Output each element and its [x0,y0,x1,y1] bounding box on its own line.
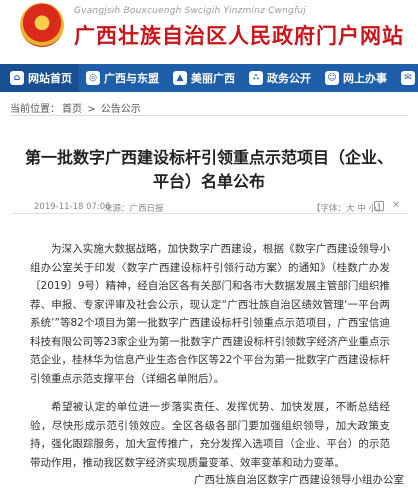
article-title: 第一批数字广西建设标杆引领重点示范项目（企业、平台）名单公布 [24,148,393,191]
dots-icon: ∴ [249,71,263,85]
breadcrumb-separator: > [87,104,96,115]
nav-item-label: 美丽广西 [191,72,235,85]
article-date: 2019-11-18 07:06 [34,202,111,212]
article-signature: 广西壮族自治区数字广西建设领导小组办公室 [194,474,404,486]
breadcrumb-prefix: 当前位置： [10,104,60,115]
main-nav: ⌂ 网站首页 ◎ 广西与东盟 ▲ 美丽广西 ∴ 政务公开 ☺ 网上办事 ✉ 互 [0,64,418,92]
nav-item-label: 网上办事 [343,72,387,85]
article-paragraph: 希望被认定的单位进一步落实责任、发挥优势、加快发展，不断总结经验，尽快形成示范引… [30,401,390,469]
globe-icon: ◎ [86,71,100,85]
breadcrumb-divider [10,115,408,116]
chat-icon: ✉ [401,71,415,85]
print-icon[interactable] [374,201,384,211]
nav-item-label: 政务公开 [267,72,311,85]
site-title[interactable]: 广西壮族自治区人民政府门户网站 [74,20,404,50]
nav-item-online-services[interactable]: ☺ 网上办事 [318,64,394,92]
nav-item-beautiful-guangxi[interactable]: ▲ 美丽广西 [166,64,242,92]
site-pinyin-title: Gvangjsih Bouxcuengh Swcigih Yinzminz Cw… [74,6,306,16]
nav-item-asean[interactable]: ◎ 广西与东盟 [79,64,166,92]
site-header: ★ Gvangjsih Bouxcuengh Swcigih Yinzminz … [0,0,418,64]
national-emblem-icon[interactable]: ★ [20,3,64,47]
breadcrumb-current-link[interactable]: 公告公示 [101,104,141,115]
article-body: 为深入实施大数据战略，加快数字广西建设，根据《数字广西建设领导小组办公室关于印发… [30,240,390,482]
nav-item-government-affairs[interactable]: ∴ 政务公开 [242,64,318,92]
person-icon: ☺ [325,71,339,85]
nav-item-home[interactable]: ⌂ 网站首页 [0,64,79,92]
nav-item-label: 广西与东盟 [104,72,159,85]
close-icon[interactable]: ✕ [392,200,400,211]
landscape-icon: ▲ [173,71,187,85]
breadcrumb-home-link[interactable]: 首页 [62,104,82,115]
nav-item-label: 网站首页 [28,72,72,85]
home-icon: ⌂ [10,71,24,85]
article-paragraph: 为深入实施大数据战略，加快数字广西建设，根据《数字广西建设领导小组办公室关于印发… [30,243,390,385]
nav-item-interaction[interactable]: ✉ 互 [394,64,418,92]
breadcrumb: 当前位置： 首页 > 公告公示 [10,100,143,115]
meta-divider [12,213,408,214]
